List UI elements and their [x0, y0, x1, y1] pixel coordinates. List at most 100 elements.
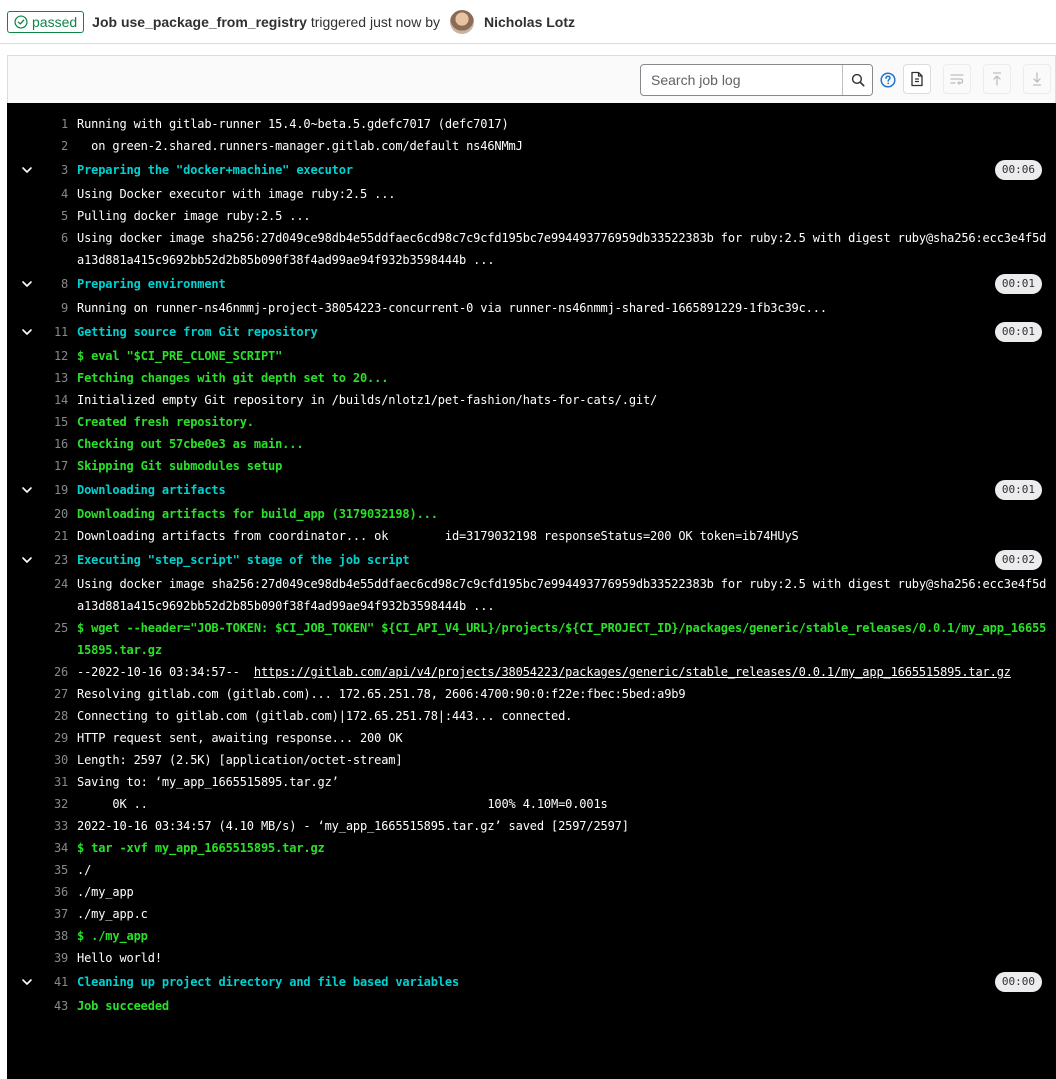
line-number[interactable]: 30: [7, 749, 77, 771]
status-badge[interactable]: passed: [7, 10, 85, 33]
line-number[interactable]: 33: [7, 815, 77, 837]
log-line: 4 Using Docker executor with image ruby:2…: [7, 183, 1056, 205]
log-text: Hello world!: [77, 951, 162, 965]
log-line: 2 on green-2.shared.runners-manager.gitl…: [7, 135, 1056, 157]
log-text: Using docker image sha256:27d049ce98db4e…: [77, 577, 1047, 613]
chevron-down-icon: [22, 167, 32, 173]
log-text: ./my_app.c: [77, 907, 148, 921]
search-input[interactable]: [641, 65, 842, 95]
log-line: 34 $ tar -xvf my_app_1665515895.tar.gz: [7, 837, 1056, 859]
log-line: 32 0K .. 100% 4.10M=0.001s: [7, 793, 1056, 815]
log-text: Saving to: ‘my_app_1665515895.tar.gz’: [77, 775, 339, 789]
log-text: Using docker image sha256:27d049ce98db4e…: [77, 231, 1047, 267]
log-line: 25 $ wget --header="JOB-TOKEN: $CI_JOB_TO…: [7, 617, 1056, 661]
log-text: on green-2.shared.runners-manager.gitlab…: [77, 139, 523, 153]
line-number[interactable]: 8: [7, 273, 77, 295]
line-number[interactable]: 27: [7, 683, 77, 705]
line-number[interactable]: 15: [7, 411, 77, 433]
wrap-lines-button[interactable]: [943, 64, 971, 94]
line-number[interactable]: 16: [7, 433, 77, 455]
line-number[interactable]: 43: [7, 995, 77, 1017]
log-text: --2022-10-16 03:34:57-- https://gitlab.c…: [77, 661, 1048, 683]
line-number[interactable]: 32: [7, 793, 77, 815]
help-button[interactable]: [878, 70, 898, 90]
job-title: Job use_package_from_registry triggered …: [92, 14, 440, 30]
log-section-header[interactable]: 11 Getting source from Git repository 00:0…: [7, 321, 1056, 343]
line-number[interactable]: 4: [7, 183, 77, 205]
line-number[interactable]: 3: [7, 159, 77, 181]
line-number[interactable]: 11: [7, 321, 77, 343]
avatar[interactable]: [450, 9, 475, 34]
search-button[interactable]: [842, 65, 872, 95]
line-number[interactable]: 39: [7, 947, 77, 969]
log-line: 13 Fetching changes with git depth set to…: [7, 367, 1056, 389]
line-number[interactable]: 24: [7, 573, 77, 617]
log-section-header[interactable]: 3 Preparing the "docker+machine" executor…: [7, 159, 1056, 181]
log-text: Downloading artifacts for build_app (317…: [77, 507, 438, 521]
log-text: Created fresh repository.: [77, 415, 254, 429]
log-line: 14 Initialized empty Git repository in /b…: [7, 389, 1056, 411]
scroll-bottom-button[interactable]: [1023, 64, 1051, 94]
line-number[interactable]: 20: [7, 503, 77, 525]
line-number[interactable]: 29: [7, 727, 77, 749]
log-text: Getting source from Git repository: [77, 325, 318, 339]
log-line: 16 Checking out 57cbe0e3 as main...: [7, 433, 1056, 455]
chevron-down-icon: [22, 979, 32, 985]
line-number[interactable]: 28: [7, 705, 77, 727]
line-number[interactable]: 41: [7, 971, 77, 993]
check-circle-icon: [14, 14, 28, 29]
log-line: 30 Length: 2597 (2.5K) [application/octet…: [7, 749, 1056, 771]
line-number[interactable]: 23: [7, 549, 77, 571]
log-line: 6 Using docker image sha256:27d049ce98db4…: [7, 227, 1056, 271]
line-number[interactable]: 26: [7, 661, 77, 683]
line-number[interactable]: 17: [7, 455, 77, 477]
log-text: Job succeeded: [77, 999, 169, 1013]
log-text: ./: [77, 863, 92, 877]
log-text: 2022-10-16 03:34:57 (4.10 MB/s) - ‘my_ap…: [77, 819, 629, 833]
line-number[interactable]: 1: [7, 113, 77, 135]
log-line: 1 Running with gitlab-runner 15.4.0~beta.…: [7, 113, 1056, 135]
line-number[interactable]: 19: [7, 479, 77, 501]
line-number[interactable]: 35: [7, 859, 77, 881]
log-text: Length: 2597 (2.5K) [application/octet-s…: [77, 753, 403, 767]
section-duration-badge: 00:01: [994, 480, 1042, 500]
log-section-header[interactable]: 8 Preparing environment 00:01: [7, 273, 1056, 295]
line-number[interactable]: 5: [7, 205, 77, 227]
log-section-header[interactable]: 23 Executing "step_script" stage of the j…: [7, 549, 1056, 571]
line-number[interactable]: 14: [7, 389, 77, 411]
log-section-header[interactable]: 41 Cleaning up project directory and file…: [7, 971, 1056, 993]
line-number[interactable]: 25: [7, 617, 77, 661]
line-number[interactable]: 2: [7, 135, 77, 157]
raw-log-button[interactable]: [903, 64, 931, 94]
log-text: Using Docker executor with image ruby:2.…: [77, 187, 396, 201]
scroll-top-button[interactable]: [983, 64, 1011, 94]
line-number[interactable]: 21: [7, 525, 77, 547]
line-number[interactable]: 13: [7, 367, 77, 389]
log-section-header[interactable]: 19 Downloading artifacts 00:01: [7, 479, 1056, 501]
log-link[interactable]: https://gitlab.com/api/v4/projects/38054…: [254, 665, 1011, 679]
chevron-down-icon: [22, 329, 32, 335]
log-text: Cleaning up project directory and file b…: [77, 975, 460, 989]
line-number[interactable]: 38: [7, 925, 77, 947]
line-number[interactable]: 37: [7, 903, 77, 925]
line-number[interactable]: 9: [7, 297, 77, 319]
log-line: 9 Running on runner-ns46nmmj-project-3805…: [7, 297, 1056, 319]
scroll-top-icon: [993, 72, 1001, 86]
chevron-down-icon: [22, 487, 32, 493]
user-name[interactable]: Nicholas Lotz: [484, 14, 575, 30]
line-number[interactable]: 6: [7, 227, 77, 271]
line-number[interactable]: 12: [7, 345, 77, 367]
line-number[interactable]: 36: [7, 881, 77, 903]
log-text: Preparing environment: [77, 277, 226, 291]
job-prefix: Job: [92, 13, 121, 30]
log-text: $ eval "$CI_PRE_CLONE_SCRIPT": [77, 349, 283, 363]
log-line: 37 ./my_app.c: [7, 903, 1056, 925]
log-text: $ wget --header="JOB-TOKEN: $CI_JOB_TOKE…: [77, 621, 1047, 657]
log-text: $ ./my_app: [77, 929, 148, 943]
line-number[interactable]: 31: [7, 771, 77, 793]
log-text: 0K .. 100% 4.10M=0.001s: [77, 797, 608, 811]
log-line: 33 2022-10-16 03:34:57 (4.10 MB/s) - ‘my_…: [7, 815, 1056, 837]
section-duration-badge: 00:01: [994, 274, 1042, 294]
job-name: use_package_from_registry: [120, 13, 307, 30]
line-number[interactable]: 34: [7, 837, 77, 859]
